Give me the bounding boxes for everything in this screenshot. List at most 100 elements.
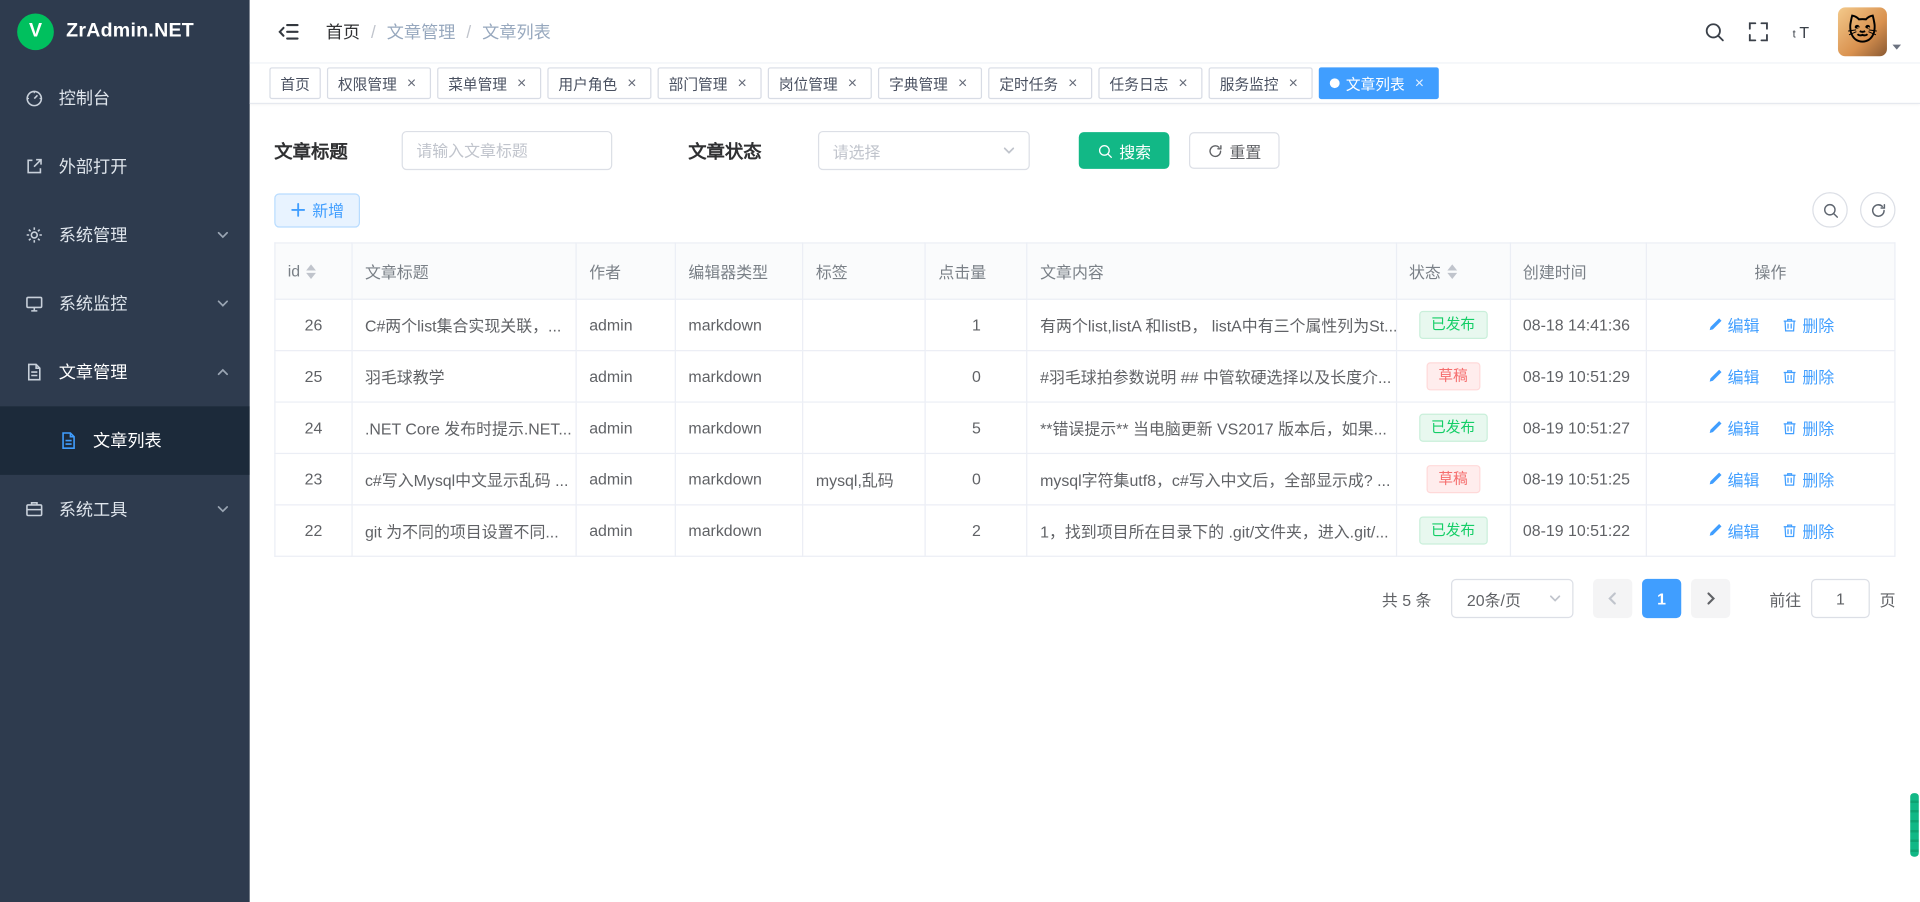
table-row: 26C#两个list集合实现关联，...adminmarkdown1有两个lis…: [275, 299, 1895, 350]
prev-page-button[interactable]: [1593, 579, 1632, 618]
page-suffix: 页: [1880, 587, 1896, 610]
refresh-table-button[interactable]: [1860, 192, 1896, 227]
cell-created: 08-19 10:51:27: [1510, 402, 1646, 453]
refresh-icon: [1207, 143, 1223, 159]
table-toolbar: 新增: [274, 192, 1895, 227]
edit-link[interactable]: 编辑: [1707, 519, 1760, 542]
logo-letter: V: [29, 21, 42, 43]
page-size-select[interactable]: 20条/页: [1451, 579, 1573, 618]
delete-link[interactable]: 删除: [1782, 365, 1835, 388]
sidebar-subitem-article-list[interactable]: 文章列表: [0, 406, 250, 475]
row-actions: 编辑删除: [1659, 519, 1882, 542]
tab-home[interactable]: 首页: [269, 67, 320, 99]
page-number-button[interactable]: 1: [1642, 579, 1681, 618]
chevron-right-icon: [1702, 590, 1719, 607]
status-filter-label: 文章状态: [688, 138, 761, 164]
sidebar-item-external[interactable]: 外部打开: [0, 132, 250, 201]
logo[interactable]: V ZrAdmin.NET: [0, 0, 250, 64]
tab-job-log[interactable]: 任务日志×: [1099, 67, 1203, 99]
column-header-title: 文章标题: [352, 243, 576, 299]
toggle-search-button[interactable]: [1812, 192, 1848, 227]
close-icon[interactable]: ×: [513, 75, 530, 92]
edit-link[interactable]: 编辑: [1707, 416, 1760, 439]
tab-label: 用户角色: [558, 73, 617, 94]
search-button[interactable]: 搜索: [1079, 132, 1170, 169]
close-icon[interactable]: ×: [1174, 75, 1191, 92]
sort-icon[interactable]: [1447, 264, 1457, 279]
table-row: 22git 为不同的项目设置不同...adminmarkdown21，找到项目所…: [275, 505, 1895, 556]
sidebar-item-monitor[interactable]: 系统监控: [0, 269, 250, 338]
tab-user-role[interactable]: 用户角色 ×: [547, 67, 651, 99]
status-filter-select[interactable]: 请选择: [818, 131, 1030, 170]
tab-job[interactable]: 定时任务×: [988, 67, 1092, 99]
cell-hits: 2: [926, 505, 1028, 556]
close-icon[interactable]: ×: [1285, 75, 1302, 92]
sidebar-item-system[interactable]: 系统管理: [0, 201, 250, 270]
tab-post[interactable]: 岗位管理×: [768, 67, 872, 99]
column-header-actions: 操作: [1646, 243, 1895, 299]
external-link-icon: [24, 157, 44, 177]
fullscreen-icon[interactable]: [1747, 20, 1769, 42]
column-header-id[interactable]: id: [275, 243, 352, 299]
title-filter-input[interactable]: [402, 131, 613, 170]
status-badge: 草稿: [1426, 362, 1480, 391]
user-menu[interactable]: 🐱: [1838, 7, 1903, 56]
goto-label: 前往: [1769, 587, 1801, 610]
close-icon[interactable]: ×: [1064, 75, 1081, 92]
cell-tags: [803, 505, 926, 556]
delete-link[interactable]: 删除: [1782, 519, 1835, 542]
cell-actions: 编辑删除: [1646, 505, 1895, 556]
reset-button[interactable]: 重置: [1189, 132, 1280, 169]
tab-menu[interactable]: 菜单管理×: [437, 67, 541, 99]
cell-author: admin: [576, 453, 675, 504]
cell-author: admin: [576, 505, 675, 556]
font-size-icon[interactable]: tT: [1791, 20, 1813, 42]
cell-id: 23: [275, 453, 352, 504]
close-icon[interactable]: ×: [844, 75, 861, 92]
tab-server-monitor[interactable]: 服务监控×: [1209, 67, 1313, 99]
sidebar-item-article[interactable]: 文章管理: [0, 338, 250, 407]
sort-icon[interactable]: [306, 264, 316, 279]
tab-dict[interactable]: 字典管理×: [878, 67, 982, 99]
delete-link[interactable]: 删除: [1782, 416, 1835, 439]
goto-page-input[interactable]: [1811, 579, 1870, 618]
sidebar-item-console[interactable]: 控制台: [0, 64, 250, 133]
row-actions: 编辑删除: [1659, 365, 1882, 388]
chevron-down-icon: [1002, 143, 1017, 158]
fold-sidebar-icon[interactable]: [277, 19, 301, 43]
column-header-status[interactable]: 状态: [1396, 243, 1510, 299]
cell-hits: 0: [926, 453, 1028, 504]
cell-status: 已发布: [1396, 299, 1510, 350]
add-button[interactable]: 新增: [274, 193, 360, 227]
tab-permission[interactable]: 权限管理×: [327, 67, 431, 99]
tab-dept[interactable]: 部门管理×: [658, 67, 762, 99]
search-icon[interactable]: [1703, 20, 1725, 42]
next-page-button[interactable]: [1691, 579, 1730, 618]
chevron-down-icon: [216, 228, 231, 243]
cell-actions: 编辑删除: [1646, 453, 1895, 504]
avatar[interactable]: 🐱: [1838, 7, 1887, 56]
scrollbar-thumb[interactable]: [1910, 793, 1919, 857]
sidebar-item-tools[interactable]: 系统工具: [0, 475, 250, 544]
edit-link[interactable]: 编辑: [1707, 313, 1760, 336]
cell-created: 08-19 10:51:29: [1510, 351, 1646, 402]
close-icon[interactable]: ×: [954, 75, 971, 92]
chevron-down-icon: [216, 502, 231, 517]
close-icon[interactable]: ×: [623, 75, 640, 92]
close-icon[interactable]: ×: [403, 75, 420, 92]
cell-author: admin: [576, 351, 675, 402]
close-icon[interactable]: ×: [734, 75, 751, 92]
dashboard-icon: [24, 88, 44, 108]
delete-link[interactable]: 删除: [1782, 313, 1835, 336]
app-title: ZrAdmin.NET: [66, 21, 194, 43]
tab-article-list[interactable]: 文章列表×: [1319, 67, 1439, 99]
delete-icon: [1782, 471, 1798, 487]
edit-link[interactable]: 编辑: [1707, 365, 1760, 388]
delete-link[interactable]: 删除: [1782, 468, 1835, 491]
breadcrumb-item[interactable]: 首页: [326, 19, 360, 43]
edit-link[interactable]: 编辑: [1707, 468, 1760, 491]
cell-id: 25: [275, 351, 352, 402]
close-icon[interactable]: ×: [1411, 75, 1428, 92]
cell-title: c#写入Mysql中文显示乱码 ...: [352, 453, 576, 504]
breadcrumb-item: 文章管理: [387, 19, 456, 43]
